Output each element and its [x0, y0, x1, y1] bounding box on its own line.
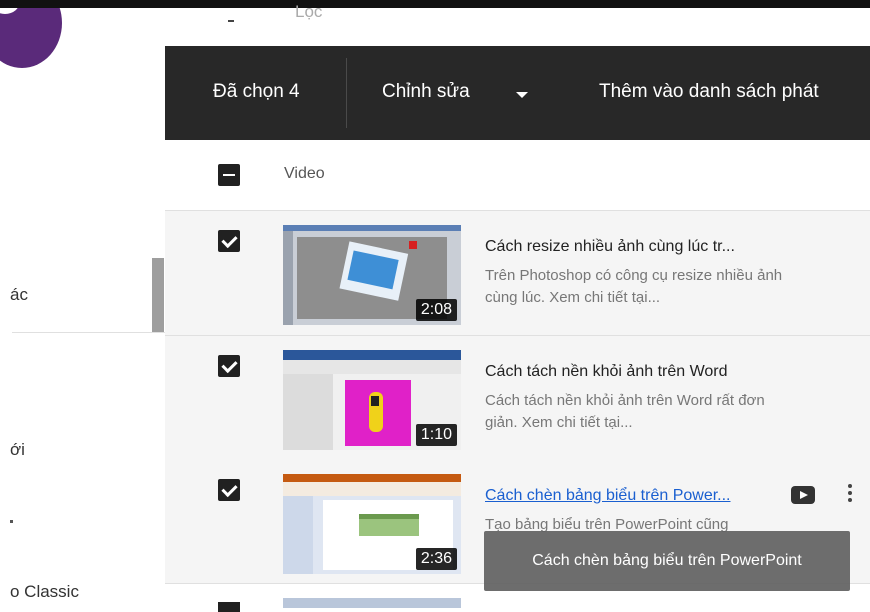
youtube-play-icon[interactable]: [791, 486, 815, 504]
video-title[interactable]: Cách tách nền khỏi ảnh trên Word: [485, 363, 728, 381]
video-thumbnail[interactable]: 2:08: [283, 225, 461, 325]
chevron-down-icon[interactable]: [516, 92, 528, 98]
table-row: 2:08 Cách resize nhiều ảnh cùng lúc tr..…: [165, 211, 870, 336]
video-duration: 1:10: [415, 424, 457, 446]
table-header: Video: [165, 140, 870, 211]
sidebar-bullet: [10, 520, 13, 523]
video-description: Cách tách nền khỏi ảnh trên Word rất đơn…: [485, 392, 765, 431]
row-checkbox[interactable]: [218, 355, 240, 377]
sidebar-scrollbar[interactable]: [152, 258, 164, 332]
filter-label[interactable]: Lọc: [295, 2, 322, 22]
add-to-playlist-button[interactable]: Thêm vào danh sách phát: [599, 81, 819, 103]
title-tooltip: Cách chèn bảng biểu trên PowerPoint: [484, 531, 850, 591]
row-checkbox[interactable]: [218, 230, 240, 252]
sidebar: ác ới o Classic: [0, 8, 166, 607]
channel-logo: [0, 8, 62, 68]
selection-action-bar: Đã chọn 4 Chỉnh sửa Thêm vào danh sách p…: [165, 46, 870, 140]
sidebar-divider: [12, 332, 165, 333]
video-thumbnail[interactable]: 2:36: [283, 474, 461, 574]
sidebar-item-label[interactable]: o Classic: [10, 582, 79, 602]
filter-icon[interactable]: [228, 20, 234, 22]
video-description: Trên Photoshop có công cụ resize nhiều ả…: [485, 267, 783, 306]
row-checkbox[interactable]: [218, 602, 240, 612]
edit-menu-button[interactable]: Chỉnh sửa: [382, 81, 470, 103]
top-border: [0, 0, 870, 8]
video-duration: 2:08: [415, 299, 457, 321]
select-all-checkbox[interactable]: [218, 164, 240, 186]
more-options-icon[interactable]: [847, 484, 853, 506]
column-header-video: Video: [284, 165, 325, 182]
row-checkbox[interactable]: [218, 479, 240, 501]
video-title-link[interactable]: Cách chèn bảng biểu trên Power...: [485, 487, 731, 505]
video-duration: 2:36: [415, 548, 457, 570]
table-row: 1:10 Cách tách nền khỏi ảnh trên Word Cá…: [165, 336, 870, 461]
video-thumbnail[interactable]: 1:10: [283, 350, 461, 450]
sidebar-item-label[interactable]: ới: [10, 440, 25, 460]
video-title[interactable]: Cách resize nhiều ảnh cùng lúc tr...: [485, 238, 735, 256]
selected-count: Đã chọn 4: [213, 81, 300, 102]
action-bar-separator: [346, 58, 347, 128]
sidebar-item-label[interactable]: ác: [10, 285, 28, 305]
filter-row: Lọc: [165, 2, 870, 46]
